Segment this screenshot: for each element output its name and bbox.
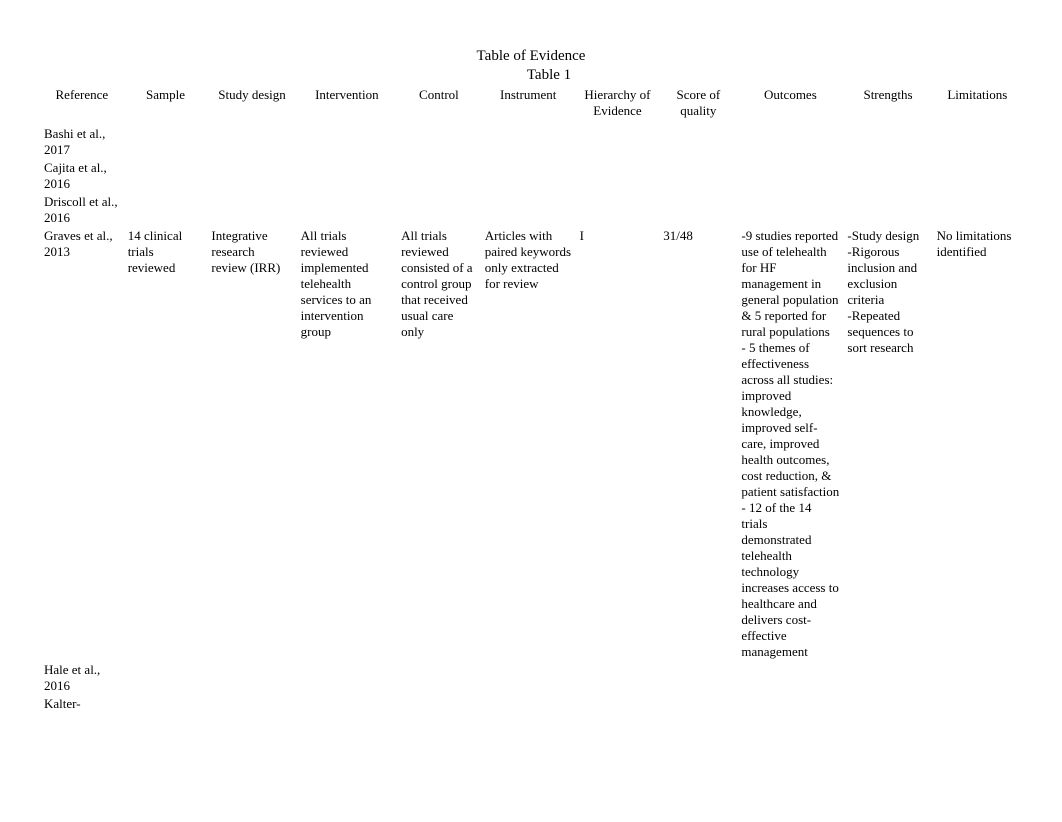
table-row: Driscoll et al., 2016 bbox=[40, 193, 1022, 227]
cell-intervention bbox=[297, 695, 397, 713]
header-row: Reference Sample Study design Interventi… bbox=[40, 86, 1022, 125]
cell-score bbox=[659, 661, 737, 695]
cell-outcomes bbox=[737, 661, 843, 695]
cell-hierarchy bbox=[576, 661, 660, 695]
header-instrument: Instrument bbox=[481, 86, 576, 125]
cell-outcomes bbox=[737, 193, 843, 227]
cell-score bbox=[659, 125, 737, 159]
cell-reference: Hale et al., 2016 bbox=[40, 661, 124, 695]
cell-intervention bbox=[297, 661, 397, 695]
table-row: Graves et al., 2013 14 clinical trials r… bbox=[40, 227, 1022, 661]
cell-control bbox=[397, 125, 481, 159]
cell-limitations bbox=[933, 159, 1022, 193]
table-row: Hale et al., 2016 bbox=[40, 661, 1022, 695]
table-row: Kalter- bbox=[40, 695, 1022, 713]
cell-studydesign bbox=[207, 695, 296, 713]
cell-strengths bbox=[843, 193, 932, 227]
cell-instrument bbox=[481, 125, 576, 159]
cell-instrument: Articles with paired keywords only extra… bbox=[481, 227, 576, 661]
table-body: Bashi et al., 2017 Cajita et al., 2016 bbox=[40, 125, 1022, 713]
cell-hierarchy bbox=[576, 695, 660, 713]
document-subtitle: Table 1 bbox=[40, 67, 1022, 84]
cell-studydesign bbox=[207, 159, 296, 193]
header-intervention: Intervention bbox=[297, 86, 397, 125]
document-title: Table of Evidence bbox=[40, 48, 1022, 65]
cell-score: 31/48 bbox=[659, 227, 737, 661]
cell-outcomes: -9 studies reported use of telehealth fo… bbox=[737, 227, 843, 661]
cell-outcomes bbox=[737, 695, 843, 713]
cell-hierarchy: I bbox=[576, 227, 660, 661]
cell-control: All trials reviewed consisted of a contr… bbox=[397, 227, 481, 661]
header-control: Control bbox=[397, 86, 481, 125]
cell-reference: Graves et al., 2013 bbox=[40, 227, 124, 661]
cell-sample bbox=[124, 193, 208, 227]
cell-score bbox=[659, 193, 737, 227]
table-row: Cajita et al., 2016 bbox=[40, 159, 1022, 193]
cell-studydesign bbox=[207, 125, 296, 159]
cell-reference: Cajita et al., 2016 bbox=[40, 159, 124, 193]
header-sample: Sample bbox=[124, 86, 208, 125]
cell-studydesign bbox=[207, 661, 296, 695]
cell-sample bbox=[124, 661, 208, 695]
cell-limitations: No limitations identified bbox=[933, 227, 1022, 661]
cell-studydesign bbox=[207, 193, 296, 227]
cell-strengths bbox=[843, 661, 932, 695]
header-limitations: Limitations bbox=[933, 86, 1022, 125]
cell-strengths: -Study design-Rigorous inclusion and exc… bbox=[843, 227, 932, 661]
cell-reference: Bashi et al., 2017 bbox=[40, 125, 124, 159]
cell-hierarchy bbox=[576, 193, 660, 227]
header-hierarchy: Hierarchy of Evidence bbox=[576, 86, 660, 125]
cell-outcomes bbox=[737, 125, 843, 159]
cell-control bbox=[397, 159, 481, 193]
cell-instrument bbox=[481, 159, 576, 193]
cell-control bbox=[397, 193, 481, 227]
header-strengths: Strengths bbox=[843, 86, 932, 125]
cell-limitations bbox=[933, 695, 1022, 713]
cell-score bbox=[659, 695, 737, 713]
cell-sample bbox=[124, 125, 208, 159]
header-score: Score of quality bbox=[659, 86, 737, 125]
cell-hierarchy bbox=[576, 125, 660, 159]
cell-intervention bbox=[297, 125, 397, 159]
cell-control bbox=[397, 661, 481, 695]
cell-studydesign: Integrative research review (IRR) bbox=[207, 227, 296, 661]
cell-intervention bbox=[297, 193, 397, 227]
cell-limitations bbox=[933, 125, 1022, 159]
cell-intervention bbox=[297, 159, 397, 193]
cell-sample bbox=[124, 695, 208, 713]
cell-instrument bbox=[481, 695, 576, 713]
cell-instrument bbox=[481, 193, 576, 227]
cell-sample bbox=[124, 159, 208, 193]
header-studydesign: Study design bbox=[207, 86, 296, 125]
cell-reference: Driscoll et al., 2016 bbox=[40, 193, 124, 227]
cell-strengths bbox=[843, 695, 932, 713]
cell-sample: 14 clinical trials reviewed bbox=[124, 227, 208, 661]
cell-limitations bbox=[933, 661, 1022, 695]
cell-limitations bbox=[933, 193, 1022, 227]
cell-strengths bbox=[843, 125, 932, 159]
cell-hierarchy bbox=[576, 159, 660, 193]
cell-control bbox=[397, 695, 481, 713]
cell-strengths bbox=[843, 159, 932, 193]
cell-outcomes bbox=[737, 159, 843, 193]
cell-score bbox=[659, 159, 737, 193]
evidence-table: Reference Sample Study design Interventi… bbox=[40, 86, 1022, 713]
header-reference: Reference bbox=[40, 86, 124, 125]
cell-intervention: All trials reviewed implemented teleheal… bbox=[297, 227, 397, 661]
cell-instrument bbox=[481, 661, 576, 695]
table-row: Bashi et al., 2017 bbox=[40, 125, 1022, 159]
cell-reference: Kalter- bbox=[40, 695, 124, 713]
header-outcomes: Outcomes bbox=[737, 86, 843, 125]
